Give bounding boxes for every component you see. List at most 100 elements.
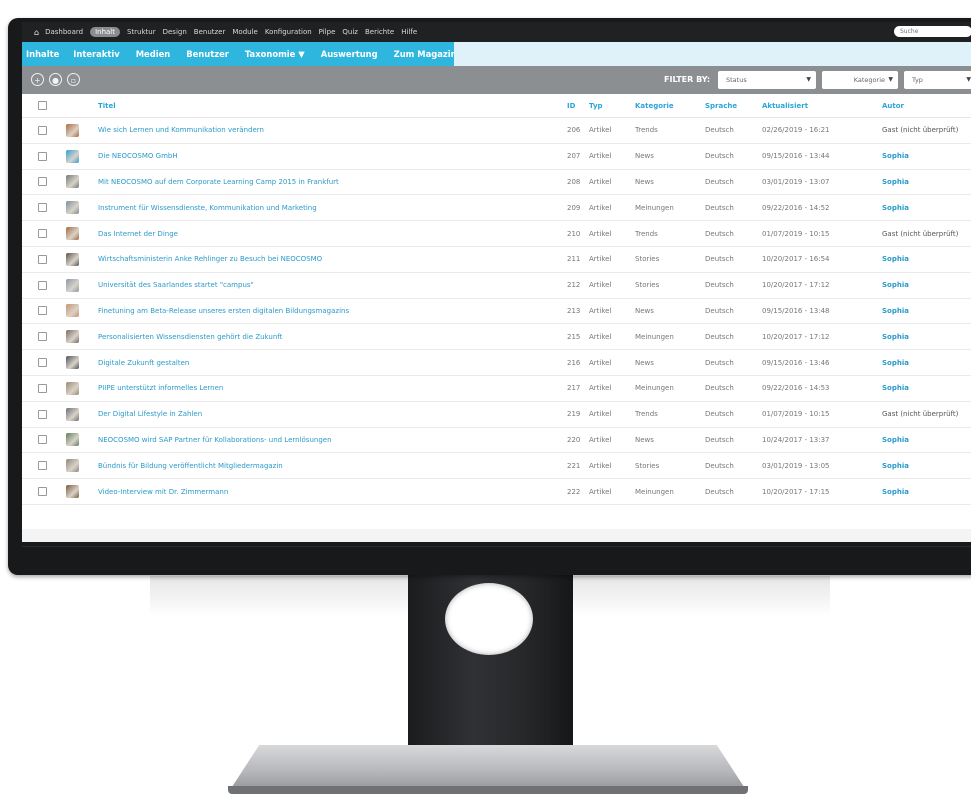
- row-id: 219: [567, 410, 581, 419]
- nav-module[interactable]: Module: [232, 28, 257, 36]
- row-checkbox[interactable]: [38, 332, 47, 342]
- row-updated: 09/15/2016 - 13:44: [762, 152, 830, 161]
- row-thumbnail-cell: [66, 273, 79, 298]
- row-title-link[interactable]: Video-Interview mit Dr. Zimmermann: [98, 479, 228, 504]
- row-thumbnail-cell: [66, 195, 79, 220]
- row-title-link[interactable]: Digitale Zukunft gestalten: [98, 350, 189, 375]
- row-checkbox[interactable]: [38, 125, 47, 135]
- row-author[interactable]: Sophia: [882, 376, 909, 401]
- row-title-link[interactable]: Die NEOCOSMO GmbH: [98, 144, 178, 169]
- row-checkbox[interactable]: [38, 409, 47, 419]
- row-thumbnail-cell: [66, 118, 79, 143]
- nav-dashboard[interactable]: Dashboard: [45, 28, 83, 36]
- row-checkbox[interactable]: [38, 177, 47, 187]
- select-all-checkbox[interactable]: [38, 101, 47, 110]
- row-checkbox[interactable]: [38, 306, 47, 316]
- row-kategorie: Meinungen: [635, 203, 674, 212]
- search-input[interactable]: [894, 26, 971, 37]
- header-titel[interactable]: Titel: [98, 94, 116, 117]
- row-select-cell: [38, 195, 47, 220]
- nav-hilfe[interactable]: Hilfe: [401, 28, 417, 36]
- row-updated: 01/07/2019 - 10:15: [762, 410, 830, 419]
- row-checkbox[interactable]: [38, 435, 47, 445]
- row-title-link[interactable]: PIIPE unterstützt informelles Lernen: [98, 376, 223, 401]
- row-typ: Artikel: [589, 203, 612, 212]
- nav-pilpe[interactable]: Pilpe: [319, 28, 336, 36]
- row-author[interactable]: Sophia: [882, 350, 909, 375]
- thumbnail-image: [66, 407, 79, 421]
- nav-struktur[interactable]: Struktur: [127, 28, 156, 36]
- monitor-chin: [22, 546, 971, 547]
- row-title-link[interactable]: Der Digital Lifestyle in Zahlen: [98, 402, 202, 427]
- thumbnail-image: [66, 278, 79, 292]
- row-checkbox[interactable]: [38, 203, 47, 213]
- row-title-link[interactable]: Universität des Saarlandes startet "camp…: [98, 273, 254, 298]
- row-checkbox[interactable]: [38, 151, 47, 161]
- tab-auswertung[interactable]: Auswertung: [321, 49, 378, 59]
- row-author[interactable]: Sophia: [882, 170, 909, 195]
- nav-konfiguration[interactable]: Konfiguration: [265, 28, 312, 36]
- row-typ: Artikel: [589, 177, 612, 186]
- globe-icon[interactable]: ●: [49, 73, 62, 86]
- row-checkbox[interactable]: [38, 461, 47, 471]
- header-sprache[interactable]: Sprache: [705, 94, 737, 117]
- row-checkbox[interactable]: [38, 383, 47, 393]
- tab-taxonomie[interactable]: Taxonomie ▼: [245, 49, 305, 59]
- row-title-link[interactable]: NEOCOSMO wird SAP Partner für Kollaborat…: [98, 428, 332, 453]
- row-updated: 09/15/2016 - 13:46: [762, 358, 830, 367]
- row-author[interactable]: Sophia: [882, 479, 909, 504]
- row-author[interactable]: Sophia: [882, 453, 909, 478]
- tab-inhalte[interactable]: Inhalte: [26, 49, 59, 59]
- header-typ[interactable]: Typ: [589, 94, 603, 117]
- row-author[interactable]: Sophia: [882, 195, 909, 220]
- row-id: 222: [567, 487, 581, 496]
- row-title-link[interactable]: Finetuning am Beta-Release unseres erste…: [98, 299, 349, 324]
- typ-select[interactable]: Typ ▼: [904, 71, 971, 89]
- monitor-base-edge: [228, 786, 748, 794]
- row-thumbnail-cell: [66, 170, 79, 195]
- row-thumbnail-cell: [66, 402, 79, 427]
- row-thumbnail-cell: [66, 221, 79, 246]
- status-select[interactable]: Status ▼: [718, 71, 816, 89]
- nav-design[interactable]: Design: [163, 28, 187, 36]
- row-updated: 10/20/2017 - 16:54: [762, 255, 830, 264]
- header-autor[interactable]: Autor: [882, 94, 904, 117]
- row-checkbox[interactable]: [38, 487, 47, 497]
- nav-quiz[interactable]: Quiz: [342, 28, 358, 36]
- row-author[interactable]: Sophia: [882, 273, 909, 298]
- header-kategorie[interactable]: Kategorie: [635, 94, 674, 117]
- add-icon[interactable]: +: [31, 73, 44, 86]
- row-checkbox[interactable]: [38, 280, 47, 290]
- tab-interaktiv[interactable]: Interaktiv: [73, 49, 119, 59]
- tab-medien[interactable]: Medien: [136, 49, 171, 59]
- row-id: 206: [567, 126, 581, 135]
- row-checkbox[interactable]: [38, 254, 47, 264]
- trash-icon[interactable]: ▫: [67, 73, 80, 86]
- row-title-link[interactable]: Das Internet der Dinge: [98, 221, 178, 246]
- nav-inhalt[interactable]: Inhalt: [90, 27, 120, 37]
- row-title-link[interactable]: Personalisierten Wissensdiensten gehört …: [98, 324, 282, 349]
- nav-berichte[interactable]: Berichte: [365, 28, 394, 36]
- row-author[interactable]: Sophia: [882, 144, 909, 169]
- row-typ: Artikel: [589, 461, 612, 470]
- row-author[interactable]: Sophia: [882, 324, 909, 349]
- row-select-cell: [38, 453, 47, 478]
- kategorie-select[interactable]: Kategorie ▼: [822, 71, 898, 89]
- row-title-link[interactable]: Instrument für Wissensdienste, Kommunika…: [98, 195, 317, 220]
- tab-benutzer[interactable]: Benutzer: [186, 49, 229, 59]
- row-title-link[interactable]: Wie sich Lernen und Kommunikation veränd…: [98, 118, 264, 143]
- row-title-link[interactable]: Wirtschaftsministerin Anke Rehlinger zu …: [98, 247, 322, 272]
- table-row: Bündnis für Bildung veröffentlicht Mitgl…: [22, 453, 971, 480]
- row-title-link[interactable]: Mit NEOCOSMO auf dem Corporate Learning …: [98, 170, 339, 195]
- row-author[interactable]: Sophia: [882, 299, 909, 324]
- row-checkbox[interactable]: [38, 229, 47, 239]
- header-id[interactable]: ID: [567, 94, 575, 117]
- header-aktualisiert[interactable]: Aktualisiert: [762, 94, 808, 117]
- row-author[interactable]: Sophia: [882, 428, 909, 453]
- tab-zum-magazin[interactable]: Zum Magazin: [394, 49, 457, 59]
- row-checkbox[interactable]: [38, 358, 47, 368]
- nav-benutzer[interactable]: Benutzer: [194, 28, 226, 36]
- home-icon[interactable]: ⌂: [34, 28, 39, 37]
- row-title-link[interactable]: Bündnis für Bildung veröffentlicht Mitgl…: [98, 453, 283, 478]
- row-author[interactable]: Sophia: [882, 247, 909, 272]
